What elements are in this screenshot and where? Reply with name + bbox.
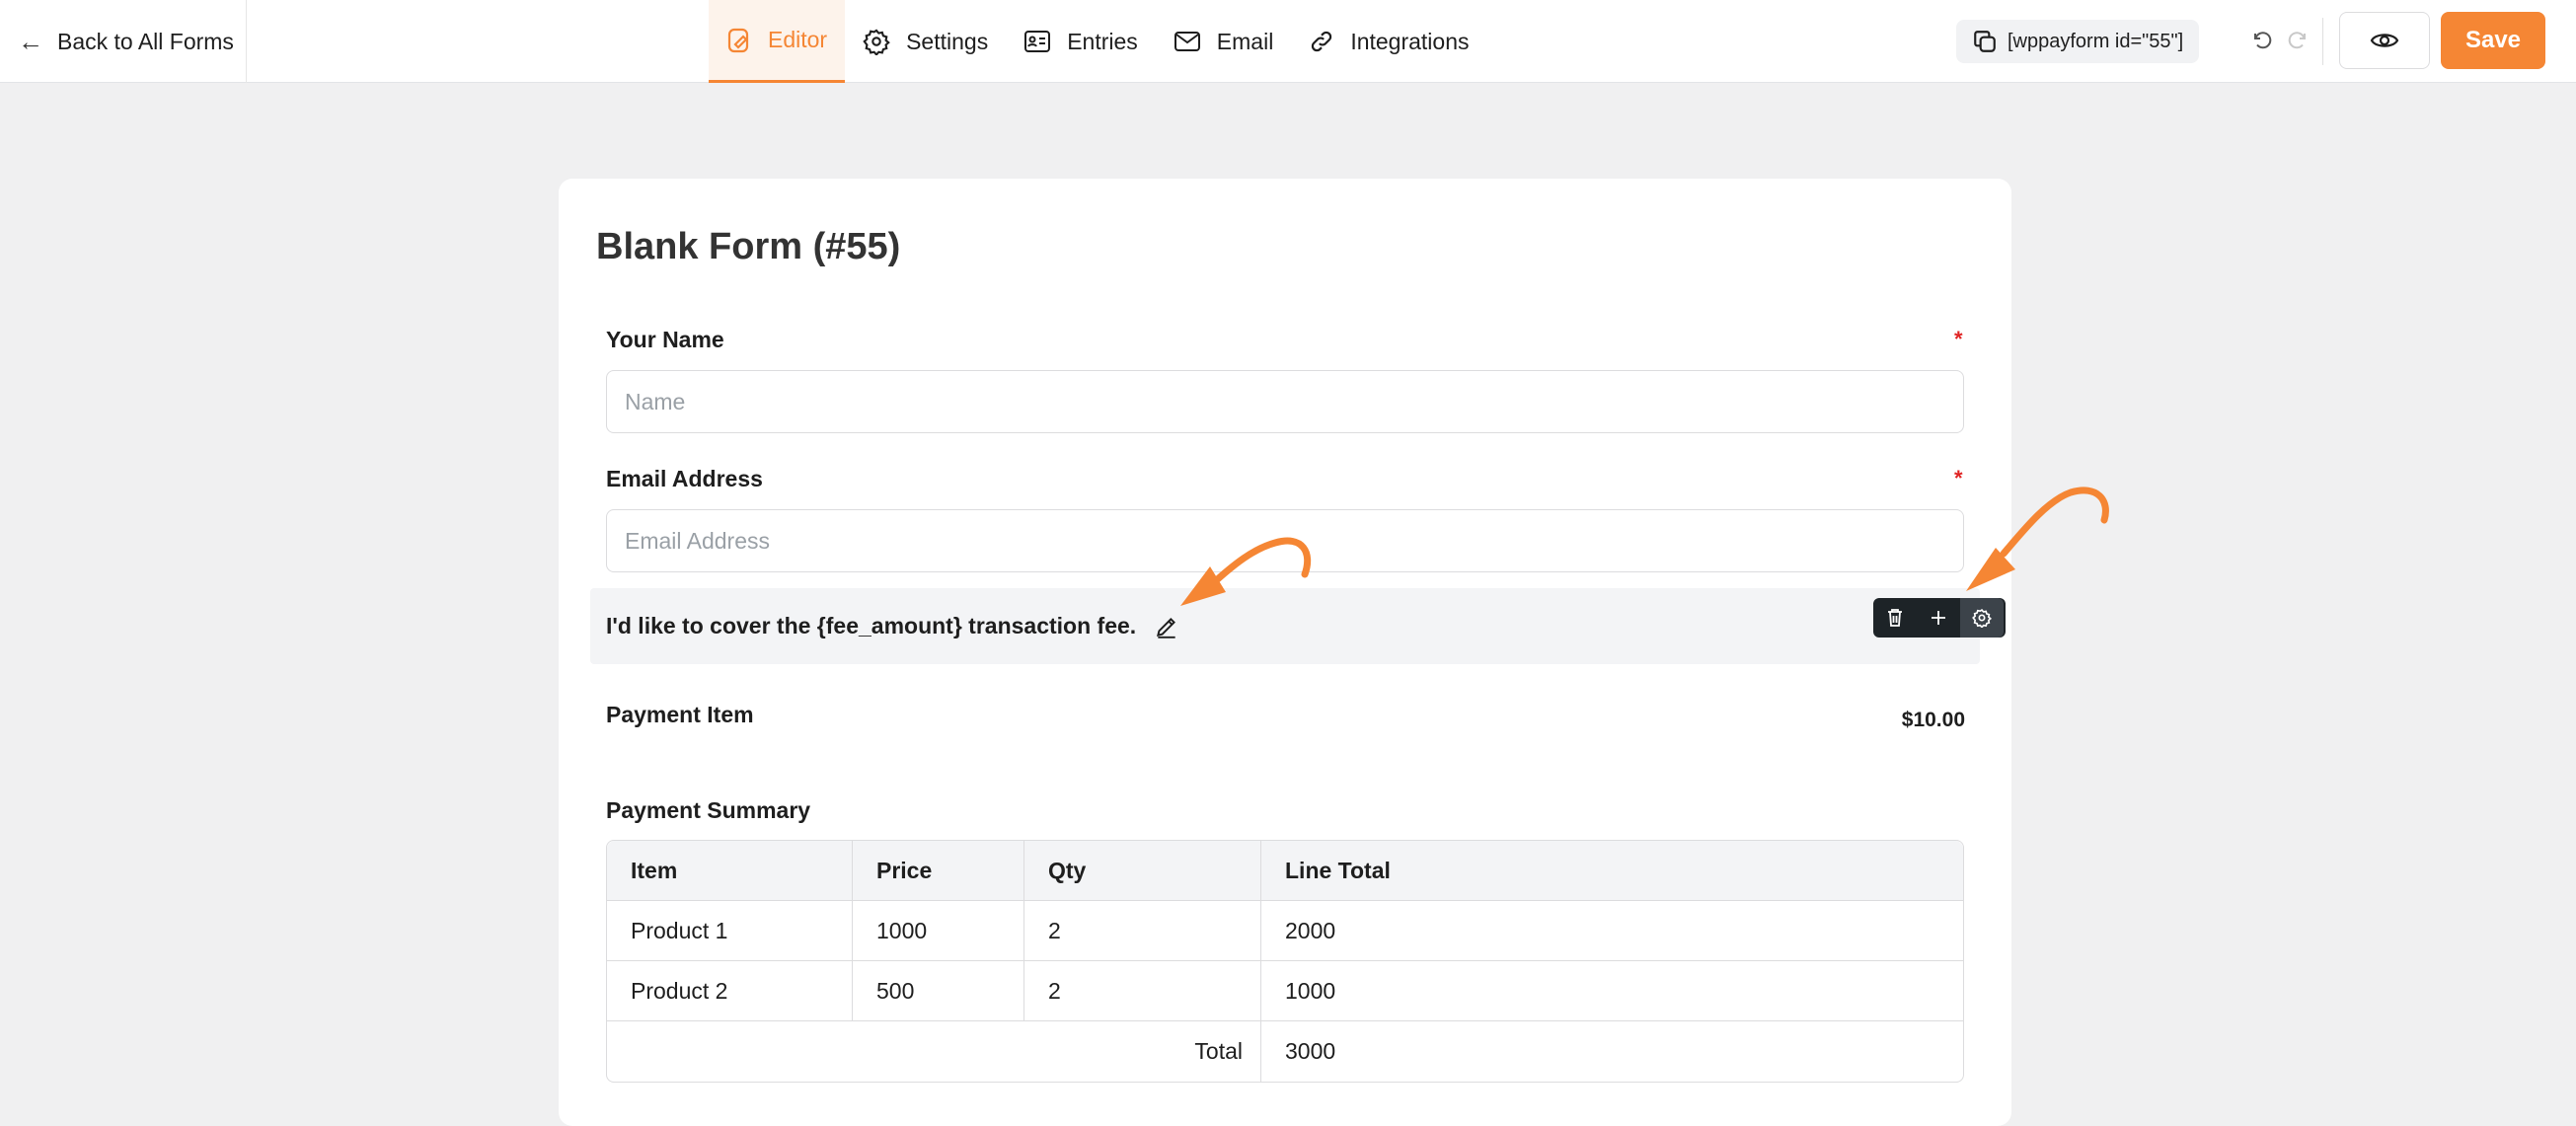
- cell-price: 1000: [853, 901, 1024, 961]
- table-header-row: Item Price Qty Line Total: [607, 841, 1963, 901]
- preview-button[interactable]: [2339, 12, 2430, 69]
- field-action-toolbar: [1873, 598, 2006, 638]
- table-total-row: Total 3000: [607, 1021, 1963, 1082]
- payment-summary-label: Payment Summary: [606, 797, 811, 823]
- copy-icon: [1974, 31, 1996, 52]
- gear-icon: [1972, 608, 1992, 628]
- back-to-forms-link[interactable]: ← Back to All Forms: [0, 0, 247, 83]
- form-card: Blank Form (#55) Your Name * Email Addre…: [559, 179, 2011, 1126]
- form-title: Blank Form (#55): [596, 226, 901, 267]
- payment-item-price: $10.00: [1901, 709, 1965, 731]
- payment-item-label: Payment Item: [606, 702, 754, 727]
- tab-integrations-label: Integrations: [1350, 28, 1470, 54]
- required-marker: *: [1954, 466, 1963, 490]
- table-row: Product 1 1000 2 2000: [607, 901, 1963, 961]
- cell-qty: 2: [1024, 901, 1261, 961]
- delete-field-button[interactable]: [1873, 598, 1917, 638]
- field-settings-button[interactable]: [1960, 598, 2004, 638]
- required-marker: *: [1954, 327, 1963, 351]
- email-field-label: Email Address: [606, 466, 763, 491]
- arrow-left-icon: ←: [18, 26, 43, 56]
- main-tabs: Editor Settings Entries Email Integratio…: [709, 0, 1487, 83]
- column-header-price: Price: [853, 841, 1024, 901]
- column-header-line-total: Line Total: [1261, 841, 1963, 901]
- link-icon: [1312, 31, 1332, 52]
- cell-line-total: 1000: [1261, 961, 1963, 1021]
- total-label: Total: [607, 1021, 1261, 1082]
- fee-checkbox-label-wrap: I'd like to cover the {fee_amount} trans…: [606, 588, 1179, 664]
- total-value: 3000: [1285, 1038, 1336, 1064]
- add-field-button[interactable]: [1917, 598, 1960, 638]
- cell-line-total: 2000: [1261, 901, 1963, 961]
- entries-icon: [1024, 31, 1051, 52]
- tab-settings[interactable]: Settings: [845, 0, 1006, 83]
- toolbar-divider: [2322, 18, 2323, 65]
- editor-icon: [727, 28, 749, 52]
- tab-entries[interactable]: Entries: [1006, 0, 1156, 83]
- redo-button[interactable]: [2281, 24, 2314, 57]
- back-label: Back to All Forms: [57, 28, 234, 54]
- table-row: Product 2 500 2 1000: [607, 961, 1963, 1021]
- cell-qty: 2: [1024, 961, 1261, 1021]
- email-input[interactable]: [606, 509, 1964, 572]
- shortcode-copy-button[interactable]: [wppayform id="55"]: [1956, 20, 2200, 63]
- tab-integrations[interactable]: Integrations: [1291, 0, 1486, 83]
- fee-checkbox-label: I'd like to cover the {fee_amount} trans…: [606, 613, 1137, 638]
- tab-settings-label: Settings: [906, 28, 989, 54]
- tab-editor[interactable]: Editor: [709, 0, 846, 83]
- shortcode-text: [wppayform id="55"]: [2008, 30, 2184, 52]
- plus-icon: [1932, 611, 1945, 625]
- tab-editor-label: Editor: [768, 27, 828, 52]
- tab-email[interactable]: Email: [1156, 0, 1292, 83]
- tab-email-label: Email: [1216, 28, 1274, 54]
- cell-item: Product 2: [607, 961, 853, 1021]
- undo-icon: [2254, 32, 2272, 49]
- name-input[interactable]: [606, 370, 1964, 433]
- envelope-icon: [1174, 32, 1200, 51]
- payment-summary-table: Item Price Qty Line Total Product 1 1000…: [606, 840, 1964, 1083]
- tab-entries-label: Entries: [1067, 28, 1138, 54]
- eye-icon: [2370, 34, 2399, 47]
- undo-button[interactable]: [2245, 24, 2279, 57]
- top-bar: ← Back to All Forms Editor Settings Entr…: [0, 0, 2576, 83]
- fee-checkbox-field[interactable]: I'd like to cover the {fee_amount} trans…: [590, 588, 2006, 664]
- cell-item: Product 1: [607, 901, 853, 961]
- trash-icon: [1888, 609, 1902, 627]
- save-button[interactable]: Save: [2441, 12, 2545, 69]
- redo-icon: [2288, 32, 2306, 49]
- pencil-icon[interactable]: [1154, 614, 1179, 639]
- name-field-label: Your Name: [606, 327, 724, 352]
- column-header-item: Item: [607, 841, 853, 901]
- column-header-qty: Qty: [1024, 841, 1261, 901]
- gear-icon: [863, 29, 890, 55]
- cell-price: 500: [853, 961, 1024, 1021]
